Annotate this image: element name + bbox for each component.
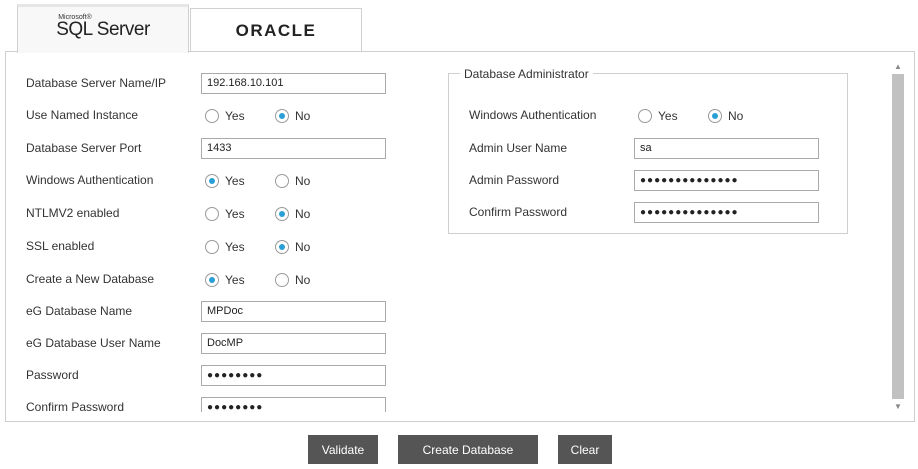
radio-circle-selected [275,109,289,123]
radio-circle-selected [205,273,219,287]
radio-circle [205,109,219,123]
radio-circle-selected [275,240,289,254]
clear-button[interactable]: Clear [558,435,612,464]
confirm-password-label: Confirm Password [26,400,125,414]
server-name-label: Database Server Name/IP [26,76,167,90]
windows-auth-no-radio[interactable]: No [275,174,310,188]
radio-circle-selected [708,109,722,123]
ssl-no-radio[interactable]: No [275,240,310,254]
windows-auth-label: Windows Authentication [26,173,154,187]
windows-auth-yes-radio[interactable]: Yes [205,174,245,188]
server-name-input[interactable]: 192.168.10.101 [201,73,386,94]
admin-windows-auth-no-radio[interactable]: No [708,109,743,123]
db-name-input[interactable]: MPDoc [201,301,386,322]
admin-confirm-label: Confirm Password [469,205,568,219]
vertical-scrollbar[interactable]: ▲ ▼ [892,62,904,412]
confirm-password-input[interactable]: ●●●●●●●● [201,397,386,412]
radio-circle-selected [275,207,289,221]
port-label: Database Server Port [26,141,142,155]
db-user-input[interactable]: DocMP [201,333,386,354]
create-db-yes-radio[interactable]: Yes [205,273,245,287]
tab-oracle[interactable]: ORACLE [190,8,362,52]
admin-windows-auth-yes-radio[interactable]: Yes [638,109,678,123]
scroll-down-icon[interactable]: ▼ [892,402,904,412]
ntlmv2-yes-radio[interactable]: Yes [205,207,245,221]
radio-circle [275,174,289,188]
oracle-logo: ORACLE [235,20,317,40]
create-database-button[interactable]: Create Database [398,435,538,464]
validate-button[interactable]: Validate [308,435,378,464]
radio-circle [275,273,289,287]
ssl-label: SSL enabled [26,239,95,253]
scroll-up-icon[interactable]: ▲ [892,62,904,72]
sql-server-logo: Microsoft® SQL Server [56,14,150,41]
password-input[interactable]: ●●●●●●●● [201,365,386,386]
db-admin-legend: Database Administrator [460,67,593,81]
microsoft-label: Microsoft® [58,14,92,21]
ntlmv2-no-radio[interactable]: No [275,207,310,221]
named-instance-no-radio[interactable]: No [275,109,310,123]
admin-user-input[interactable]: sa [634,138,819,159]
radio-circle [205,240,219,254]
password-label: Password [26,368,79,382]
admin-user-label: Admin User Name [469,141,568,155]
radio-circle [205,207,219,221]
ntlmv2-label: NTLMV2 enabled [26,206,120,220]
ssl-yes-radio[interactable]: Yes [205,240,245,254]
admin-password-input[interactable]: ●●●●●●●●●●●●●● [634,170,819,191]
create-db-label: Create a New Database [26,272,155,286]
db-user-label: eG Database User Name [26,336,161,350]
db-name-label: eG Database Name [26,304,133,318]
admin-confirm-input[interactable]: ●●●●●●●●●●●●●● [634,202,819,223]
scroll-thumb[interactable] [892,74,904,399]
named-instance-label: Use Named Instance [26,108,139,122]
sql-server-label: SQL Server [56,19,150,40]
create-db-no-radio[interactable]: No [275,273,310,287]
admin-password-label: Admin Password [469,173,560,187]
radio-circle-selected [205,174,219,188]
port-input[interactable]: 1433 [201,138,386,159]
radio-circle [638,109,652,123]
tab-sql-server[interactable]: Microsoft® SQL Server [17,4,189,53]
admin-windows-auth-label: Windows Authentication [469,108,597,122]
named-instance-yes-radio[interactable]: Yes [205,109,245,123]
